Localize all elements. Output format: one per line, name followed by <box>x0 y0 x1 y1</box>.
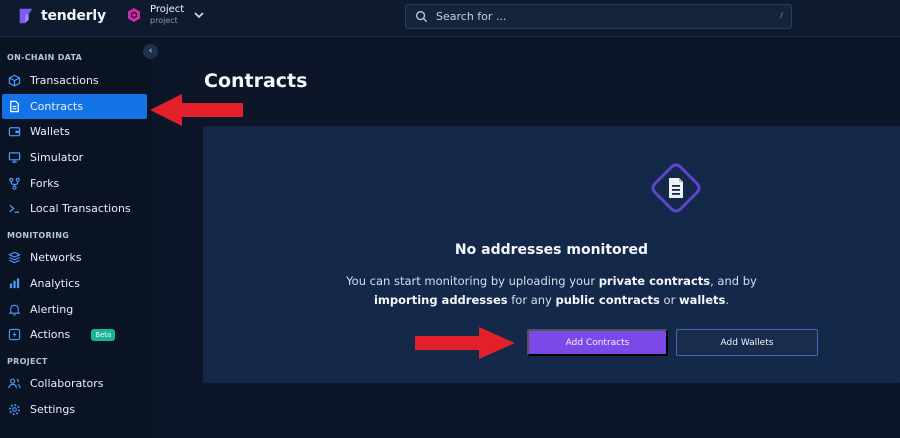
sidebar-item-actions[interactable]: Actions Beta <box>2 322 147 347</box>
search-shortcut-hint: / <box>780 11 783 20</box>
chart-icon <box>9 278 20 289</box>
brand-logo[interactable]: tenderly <box>17 7 106 25</box>
layers-icon <box>8 251 21 264</box>
sidebar-item-local-transactions[interactable]: Local Transactions <box>2 196 147 221</box>
sidebar-item-forks[interactable]: Forks <box>2 171 147 196</box>
add-contracts-button[interactable]: Add Contracts <box>527 329 668 356</box>
wallet-icon <box>8 127 21 137</box>
chevron-down-icon <box>194 12 204 19</box>
lightning-icon <box>8 328 21 341</box>
wallets-text: wallets <box>678 293 726 307</box>
sidebar-item-label: Transactions <box>30 74 99 87</box>
empty-state-title: No addresses monitored <box>454 242 649 258</box>
sidebar-item-label: Forks <box>30 177 60 190</box>
beta-badge: Beta <box>91 328 116 341</box>
sidebar-item-contracts[interactable]: Contracts <box>2 94 147 119</box>
monitor-icon <box>8 152 21 163</box>
add-wallets-button[interactable]: Add Wallets <box>676 329 818 356</box>
annotation-arrow-right <box>415 327 515 359</box>
importing-addresses-text: importing addresses <box>373 293 508 307</box>
section-label-on-chain-data: ON-CHAIN DATA <box>7 53 83 62</box>
empty-state-description: You can start monitoring by uploading yo… <box>346 274 757 307</box>
sidebar-item-label: Analytics <box>30 277 80 290</box>
document-icon <box>651 163 701 213</box>
sidebar-item-label: Simulator <box>30 151 84 164</box>
search-icon <box>416 11 428 23</box>
sidebar-item-label: Collaborators <box>30 377 104 390</box>
annotation-arrow-left <box>150 94 243 126</box>
sidebar-item-label: Contracts <box>30 100 84 113</box>
sidebar-item-label: Settings <box>30 403 76 416</box>
sidebar-item-collaborators[interactable]: Collaborators <box>2 371 147 396</box>
sidebar-item-label: Networks <box>30 251 82 264</box>
project-name: Project <box>150 4 185 15</box>
brand-name: tenderly <box>41 8 106 24</box>
document-icon <box>10 100 19 113</box>
sidebar-item-transactions[interactable]: Transactions <box>2 68 147 93</box>
project-hexagon-icon <box>128 8 140 22</box>
sidebar-item-wallets[interactable]: Wallets <box>2 119 147 144</box>
top-bar: tenderly Project project / <box>0 0 900 37</box>
sidebar-item-label: Wallets <box>30 125 70 138</box>
public-contracts-text: public contracts <box>555 293 660 307</box>
bell-icon <box>8 304 21 316</box>
gear-icon <box>9 404 20 415</box>
sidebar-item-alerting[interactable]: Alerting <box>2 297 147 322</box>
project-selector[interactable]: Project project <box>126 5 205 25</box>
search-input[interactable] <box>436 10 756 23</box>
project-slug: project <box>150 16 178 25</box>
page-title: Contracts <box>204 70 308 92</box>
chevron-left-icon: ‹ <box>148 46 153 56</box>
collapse-sidebar-button[interactable]: ‹ <box>143 44 158 59</box>
sidebar-item-label: Actions <box>30 328 71 341</box>
private-contracts-text: private contracts <box>598 274 711 288</box>
sidebar-item-analytics[interactable]: Analytics <box>2 271 147 296</box>
sidebar-item-settings[interactable]: Settings <box>2 397 147 422</box>
cube-icon <box>8 74 21 87</box>
terminal-icon <box>9 204 20 213</box>
sidebar-item-label: Local Transactions <box>30 202 131 215</box>
sidebar-item-label: Alerting <box>30 303 74 316</box>
section-label-monitoring: MONITORING <box>7 231 70 240</box>
search-bar[interactable]: / <box>405 4 792 29</box>
sidebar-item-networks[interactable]: Networks <box>2 245 147 270</box>
tenderly-logo-icon <box>19 8 33 24</box>
section-label-project: PROJECT <box>7 357 48 366</box>
users-icon <box>8 378 21 389</box>
sidebar-item-simulator[interactable]: Simulator <box>2 145 147 170</box>
fork-icon <box>9 177 20 190</box>
